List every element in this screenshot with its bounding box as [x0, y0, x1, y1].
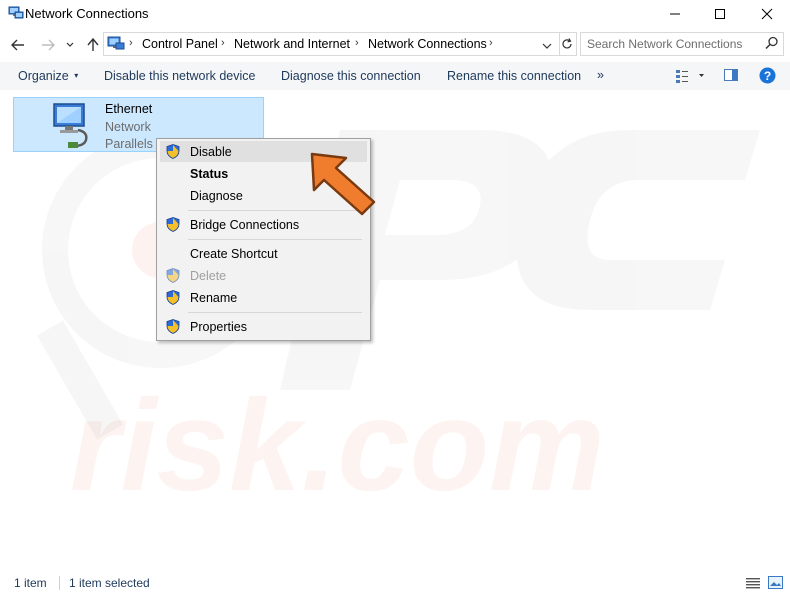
chevron-down-icon [542, 43, 552, 49]
back-button[interactable] [8, 36, 28, 54]
view-options-icon [676, 70, 704, 83]
recent-locations-button[interactable] [63, 36, 77, 54]
status-divider [59, 576, 60, 590]
search-box[interactable] [580, 32, 784, 56]
breadcrumb-separator: › [129, 37, 133, 49]
chevron-down-icon: ▾ [74, 71, 79, 80]
window-title: Network Connections [25, 6, 149, 21]
ethernet-adapter-icon [48, 100, 96, 148]
close-icon [761, 8, 773, 20]
menu-item-rename[interactable]: Rename [190, 291, 237, 305]
shield-icon [166, 144, 180, 159]
item-name: Ethernet [105, 102, 153, 116]
shield-icon [166, 217, 180, 232]
control-panel-icon [107, 35, 125, 51]
address-dropdown-button[interactable] [542, 39, 552, 49]
help-button[interactable]: ? [759, 67, 776, 84]
menu-item-disable[interactable]: Disable [190, 145, 232, 159]
large-icons-view-icon [768, 576, 783, 589]
item-status: Network [105, 120, 151, 134]
organize-label: Organize [18, 69, 69, 83]
watermark: risk.com [37, 130, 760, 518]
breadcrumb-network-connections[interactable]: Network Connections [368, 37, 487, 51]
shield-icon [166, 268, 180, 283]
menu-item-create-shortcut[interactable]: Create Shortcut [190, 247, 278, 261]
up-button[interactable] [83, 36, 103, 54]
forward-arrow-icon [42, 39, 55, 51]
refresh-button[interactable] [558, 32, 577, 56]
menu-item-bridge-connections[interactable]: Bridge Connections [190, 218, 299, 232]
change-view-button[interactable] [675, 68, 705, 84]
menu-item-status[interactable]: Status [190, 167, 228, 181]
help-icon: ? [759, 67, 776, 84]
annotation-arrow-icon [310, 152, 376, 216]
shield-icon [166, 290, 180, 305]
details-view-button[interactable] [746, 577, 760, 589]
network-connections-icon [8, 6, 24, 20]
menu-separator [188, 312, 362, 313]
organize-button[interactable]: Organize ▾ [18, 69, 78, 83]
maximize-button[interactable] [697, 0, 743, 28]
up-arrow-icon [87, 38, 99, 51]
shield-icon [166, 319, 180, 334]
minimize-button[interactable] [652, 0, 698, 28]
menu-item-properties[interactable]: Properties [190, 320, 247, 334]
preview-pane-button[interactable] [723, 68, 739, 82]
item-count: 1 item [14, 576, 47, 590]
disable-device-button[interactable]: Disable this network device [104, 69, 255, 83]
preview-pane-icon [724, 69, 738, 81]
forward-button[interactable] [38, 36, 58, 54]
diagnose-connection-button[interactable]: Diagnose this connection [281, 69, 421, 83]
breadcrumb-separator[interactable]: › [489, 37, 493, 49]
large-icons-view-button[interactable] [768, 576, 783, 589]
close-button[interactable] [744, 0, 790, 28]
search-icon[interactable] [765, 36, 779, 50]
watermark-text: risk.com [70, 372, 605, 518]
search-input[interactable] [587, 36, 757, 52]
chevron-down-icon [66, 42, 74, 47]
selection-count: 1 item selected [69, 576, 150, 590]
menu-item-diagnose[interactable]: Diagnose [190, 189, 243, 203]
breadcrumb-control-panel[interactable]: Control Panel [142, 37, 218, 51]
breadcrumb-network-and-internet[interactable]: Network and Internet [234, 37, 350, 51]
refresh-icon [562, 38, 572, 49]
breadcrumb-separator[interactable]: › [355, 37, 359, 49]
rename-connection-button[interactable]: Rename this connection [447, 69, 581, 83]
menu-item-delete: Delete [190, 269, 227, 283]
svg-text:?: ? [764, 69, 771, 83]
more-commands-button[interactable]: » [597, 68, 604, 82]
details-view-icon [746, 578, 760, 589]
maximize-icon [715, 9, 725, 19]
back-arrow-icon [11, 39, 24, 51]
minimize-icon [670, 13, 680, 15]
menu-separator [188, 239, 362, 240]
breadcrumb-separator[interactable]: › [221, 37, 225, 49]
